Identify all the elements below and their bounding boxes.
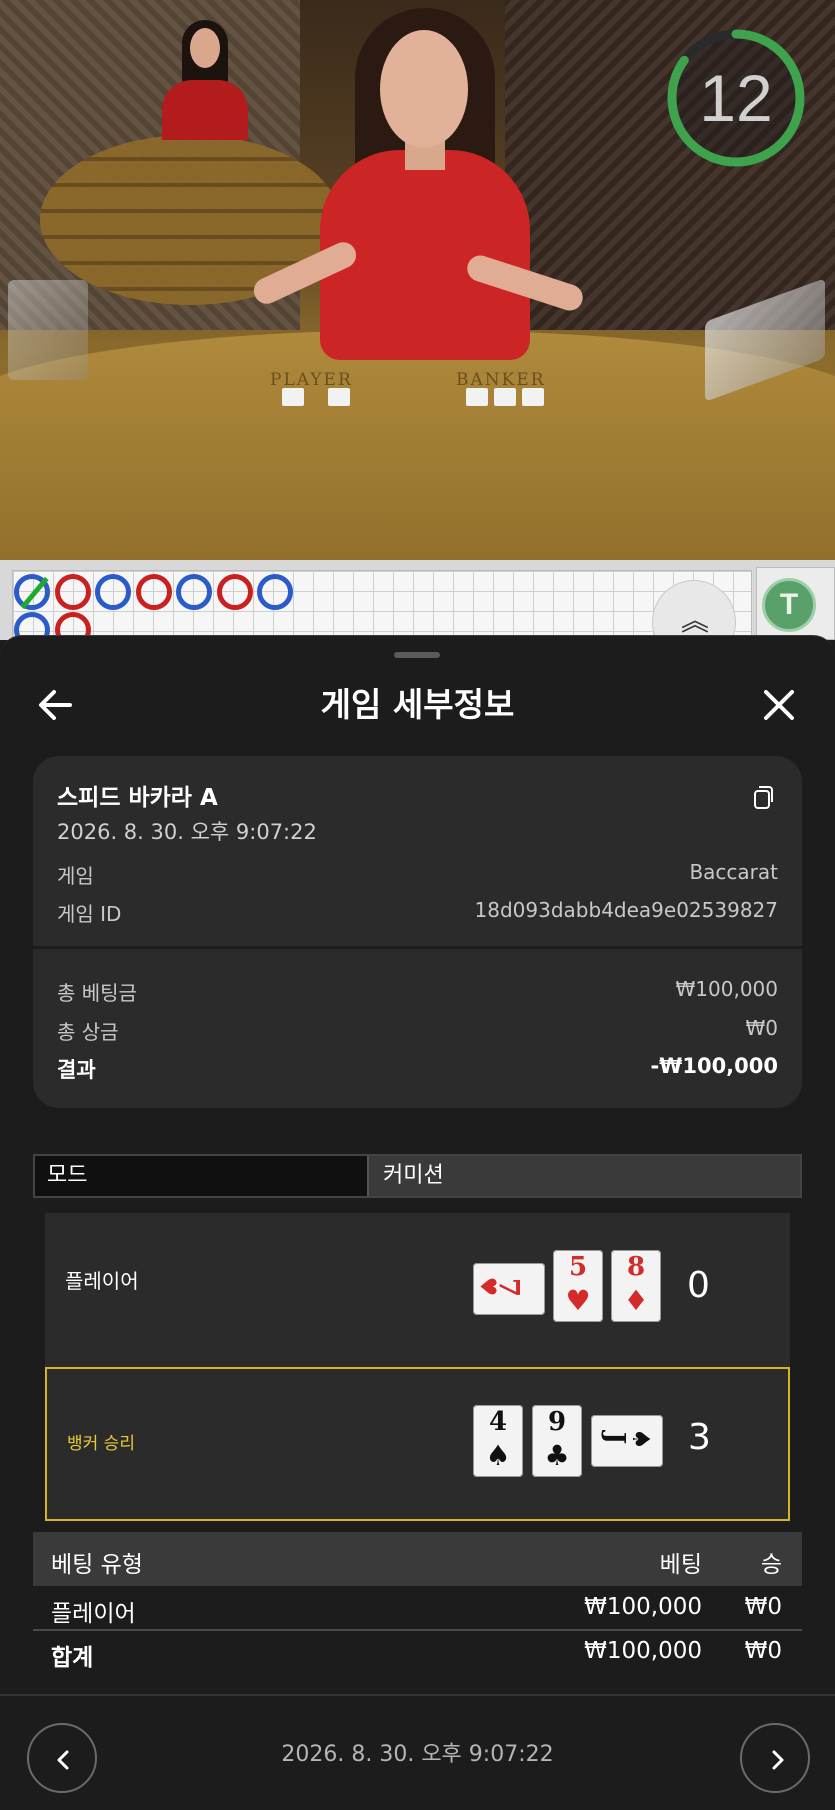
felt-banker-text: BANKER bbox=[456, 370, 546, 390]
playing-card: 5 ♥ bbox=[553, 1250, 603, 1322]
chevron-right-icon bbox=[772, 1750, 784, 1770]
total-row: 합계 ₩100,000 ₩0 bbox=[33, 1630, 802, 1674]
result-label: 결과 bbox=[57, 1058, 96, 1082]
sheet-title: 게임 세부정보 bbox=[320, 685, 515, 724]
mode-label: 모드 bbox=[35, 1156, 367, 1196]
tie-badge: T bbox=[762, 578, 816, 632]
player-score: 0 bbox=[687, 1265, 710, 1306]
playing-card: J ♠ bbox=[591, 1415, 663, 1467]
game-datetime: 2026. 8. 30. 오후 9:07:22 bbox=[57, 820, 317, 844]
result-value: -₩100,000 bbox=[650, 1054, 778, 1078]
bet-amount-header: 베팅 bbox=[659, 1552, 702, 1578]
playing-card: 9 ♣ bbox=[532, 1405, 582, 1477]
total-bet-value: ₩100,000 bbox=[675, 977, 778, 1001]
total-bet: ₩100,000 bbox=[584, 1638, 702, 1664]
bet-amount: ₩100,000 bbox=[584, 1594, 702, 1620]
footer-divider bbox=[0, 1694, 835, 1696]
total-win-value: ₩0 bbox=[745, 1016, 779, 1040]
bead-player bbox=[257, 574, 293, 610]
playing-card: 7 ♥ bbox=[473, 1263, 545, 1315]
app-root: PLAYER BANKER 12 ︽ T 게임 세부정보 스피드 바카라 A 2… bbox=[0, 0, 835, 1810]
banker-score: 3 bbox=[688, 1417, 711, 1458]
game-label: 게임 bbox=[57, 864, 94, 888]
win-header: 승 bbox=[760, 1552, 782, 1578]
table-row: 플레이어 ₩100,000 ₩0 bbox=[33, 1586, 802, 1630]
copy-button[interactable] bbox=[747, 782, 777, 812]
mode-value: 커미션 bbox=[367, 1156, 800, 1196]
game-summary-card: 스피드 바카라 A 2026. 8. 30. 오후 9:07:22 게임 Bac… bbox=[33, 756, 802, 1108]
game-name: 스피드 바카라 A bbox=[57, 785, 218, 811]
game-details-sheet: 게임 세부정보 스피드 바카라 A 2026. 8. 30. 오후 9:07:2… bbox=[0, 635, 835, 1810]
card-divider bbox=[33, 946, 802, 949]
bead-player bbox=[14, 574, 50, 610]
close-button[interactable] bbox=[752, 678, 806, 732]
mode-row: 모드 커미션 bbox=[33, 1154, 802, 1198]
total-win: ₩0 bbox=[744, 1638, 782, 1664]
bead-banker bbox=[54, 574, 91, 610]
footer-datetime: 2026. 8. 30. 오후 9:07:22 bbox=[281, 1742, 554, 1767]
bead-player bbox=[176, 574, 212, 610]
next-game-button[interactable] bbox=[740, 1723, 810, 1793]
timer-value: 12 bbox=[699, 61, 773, 135]
chevron-up-icon: ︽ bbox=[680, 604, 709, 637]
banker-hand-label: 뱅커 승리 bbox=[67, 1434, 135, 1454]
copy-icon bbox=[754, 786, 773, 809]
bead-banker bbox=[135, 574, 172, 610]
bet-type-header: 베팅 유형 bbox=[51, 1552, 143, 1578]
bead-player bbox=[95, 574, 131, 610]
game-id-label: 게임 ID bbox=[57, 902, 122, 926]
total-bet-label: 총 베팅금 bbox=[57, 981, 137, 1005]
total-label: 합계 bbox=[51, 1645, 94, 1671]
bet-type: 플레이어 bbox=[51, 1601, 136, 1627]
total-win-label: 총 상금 bbox=[57, 1020, 119, 1044]
background-dealer bbox=[150, 20, 260, 140]
player-hand: 플레이어 7 ♥ 5 ♥ 8 ♦ 0 bbox=[45, 1213, 790, 1369]
close-icon bbox=[764, 690, 794, 720]
game-id-value: 18d093dabb4dea9e02539827 bbox=[474, 898, 778, 922]
tie-mark bbox=[20, 576, 49, 610]
dealer bbox=[249, 0, 587, 400]
player-hand-label: 플레이어 bbox=[65, 1269, 139, 1293]
bead-banker bbox=[216, 574, 253, 610]
bets-table-header: 베팅 유형 베팅 승 bbox=[33, 1532, 802, 1586]
felt-player-text: PLAYER bbox=[270, 370, 353, 390]
banker-hand: 뱅커 승리 4 ♠ 9 ♣ J ♠ 3 bbox=[45, 1367, 790, 1521]
countdown-timer: 12 bbox=[666, 28, 806, 168]
game-value: Baccarat bbox=[689, 860, 778, 884]
sheet-handle[interactable] bbox=[394, 652, 440, 658]
bet-win: ₩0 bbox=[744, 1594, 782, 1620]
playing-card: 8 ♦ bbox=[611, 1250, 661, 1322]
playing-card: 4 ♠ bbox=[473, 1405, 523, 1477]
